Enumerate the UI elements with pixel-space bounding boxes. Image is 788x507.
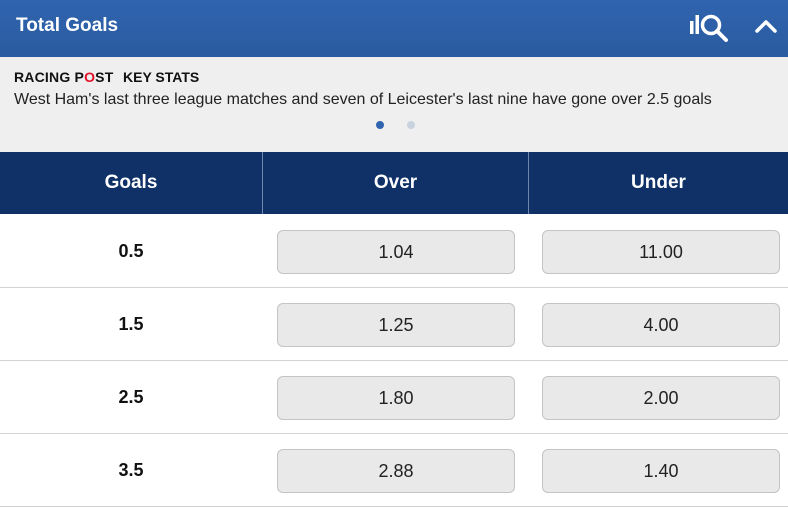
goals-line: 0.5 (118, 241, 144, 261)
table-row: 0.5 1.04 11.00 (0, 215, 788, 288)
goals-line: 2.5 (118, 387, 144, 407)
under-odds-button[interactable]: 2.00 (542, 376, 780, 420)
under-column-header: Under (631, 172, 686, 193)
goals-column-header: Goals (104, 172, 158, 193)
stats-magnifier-icon[interactable] (688, 10, 730, 44)
goals-line: 1.5 (118, 314, 144, 334)
market-title: Total Goals (16, 15, 119, 36)
over-odds-button[interactable]: 1.80 (277, 376, 515, 420)
over-odds-button[interactable]: 2.88 (277, 449, 515, 493)
table-row: 1.5 1.25 4.00 (0, 288, 788, 361)
over-column-header: Over (373, 172, 418, 193)
market-header[interactable]: Total Goals (0, 0, 788, 57)
key-stats-panel: RACING POST KEY STATS West Ham's last th… (0, 57, 788, 152)
over-odds-button[interactable]: 1.25 (277, 303, 515, 347)
under-odds-button[interactable]: 4.00 (542, 303, 780, 347)
racing-post-logo: RACING POST (14, 69, 114, 85)
under-odds-button[interactable]: 11.00 (542, 230, 780, 274)
carousel-dot-active[interactable] (376, 121, 384, 129)
key-stats-label: KEY STATS (123, 69, 200, 85)
key-stat-text: West Ham's last three league matches and… (14, 91, 712, 108)
under-odds-button[interactable]: 1.40 (542, 449, 780, 493)
chevron-up-icon[interactable] (752, 12, 780, 40)
table-row: 3.5 2.88 1.40 (0, 434, 788, 507)
column-header-row: Goals Over Under (0, 152, 788, 214)
carousel-dot[interactable] (407, 121, 415, 129)
table-row: 2.5 1.80 2.00 (0, 361, 788, 434)
goals-line: 3.5 (118, 460, 144, 480)
over-odds-button[interactable]: 1.04 (277, 230, 515, 274)
